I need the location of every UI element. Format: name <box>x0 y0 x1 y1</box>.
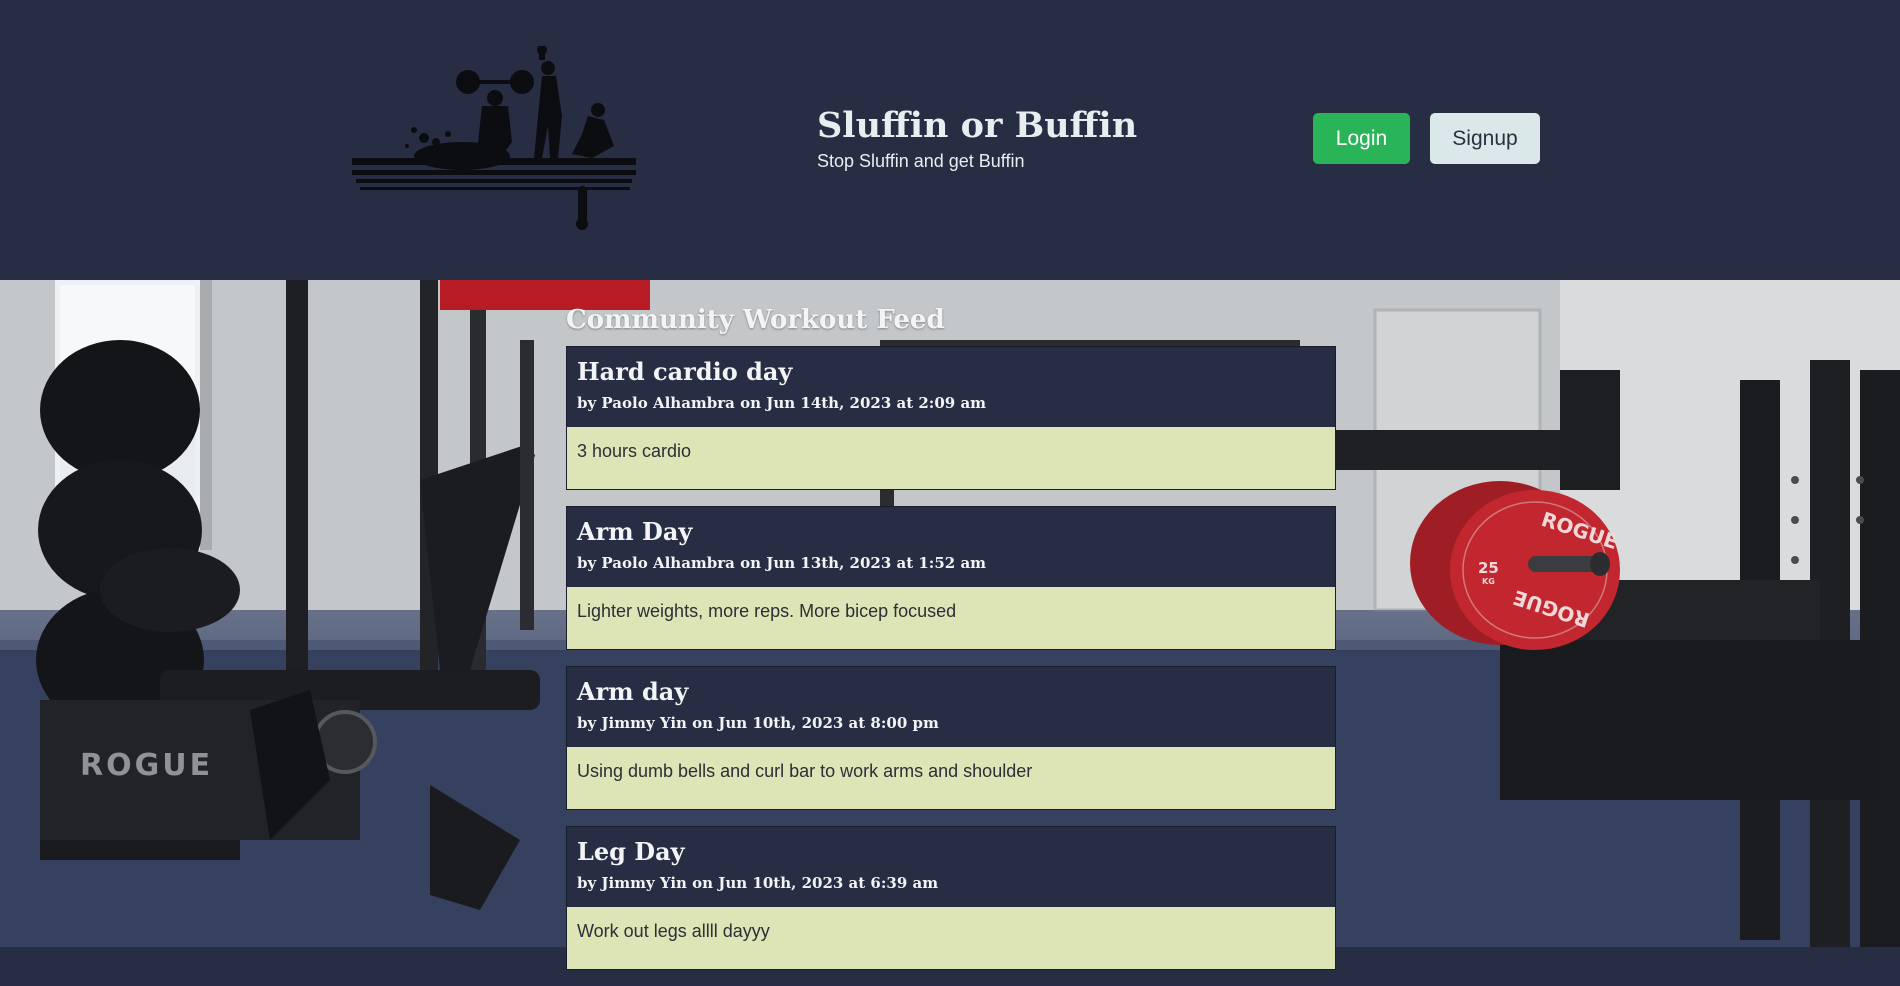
post-card[interactable]: Arm Day by Paolo Alhambra on Jun 13th, 2… <box>566 506 1336 650</box>
post-body: Work out legs allll dayyy <box>567 907 1335 969</box>
post-card[interactable]: Leg Day by Jimmy Yin on Jun 10th, 2023 a… <box>566 826 1336 970</box>
workout-feed: Community Workout Feed Hard cardio day b… <box>566 300 1336 986</box>
post-header: Leg Day by Jimmy Yin on Jun 10th, 2023 a… <box>567 827 1335 907</box>
post-meta: by Jimmy Yin on Jun 10th, 2023 at 8:00 p… <box>577 714 939 732</box>
post-title: Leg Day <box>577 837 685 866</box>
fitness-logo-icon <box>352 46 636 230</box>
site-header: Sluffin or Buffin Stop Sluffin and get B… <box>0 0 1900 280</box>
svg-text:25: 25 <box>1478 559 1499 577</box>
signup-button[interactable]: Signup <box>1430 113 1540 164</box>
post-meta: by Paolo Alhambra on Jun 13th, 2023 at 1… <box>577 554 987 572</box>
post-title: Arm Day <box>577 517 693 546</box>
brand-block: Sluffin or Buffin Stop Sluffin and get B… <box>817 104 1137 172</box>
post-body: Lighter weights, more reps. More bicep f… <box>567 587 1335 649</box>
post-header: Arm day by Jimmy Yin on Jun 10th, 2023 a… <box>567 667 1335 747</box>
post-meta: by Paolo Alhambra on Jun 14th, 2023 at 2… <box>577 394 987 412</box>
post-title: Hard cardio day <box>577 357 793 386</box>
post-body: 3 hours cardio <box>567 427 1335 489</box>
site-tagline: Stop Sluffin and get Buffin <box>817 151 1025 171</box>
site-title: Sluffin or Buffin <box>817 105 1138 146</box>
post-title: Arm day <box>577 677 689 706</box>
post-card[interactable]: Hard cardio day by Paolo Alhambra on Jun… <box>566 346 1336 490</box>
svg-text:KG: KG <box>1482 577 1495 586</box>
post-body: Using dumb bells and curl bar to work ar… <box>567 747 1335 809</box>
post-header: Arm Day by Paolo Alhambra on Jun 13th, 2… <box>567 507 1335 587</box>
post-meta: by Jimmy Yin on Jun 10th, 2023 at 6:39 a… <box>577 874 939 892</box>
post-header: Hard cardio day by Paolo Alhambra on Jun… <box>567 347 1335 427</box>
post-card[interactable]: Arm day by Jimmy Yin on Jun 10th, 2023 a… <box>566 666 1336 810</box>
feed-heading: Community Workout Feed <box>566 305 945 335</box>
login-button[interactable]: Login <box>1313 113 1410 164</box>
svg-text:ROGUE: ROGUE <box>80 748 213 783</box>
